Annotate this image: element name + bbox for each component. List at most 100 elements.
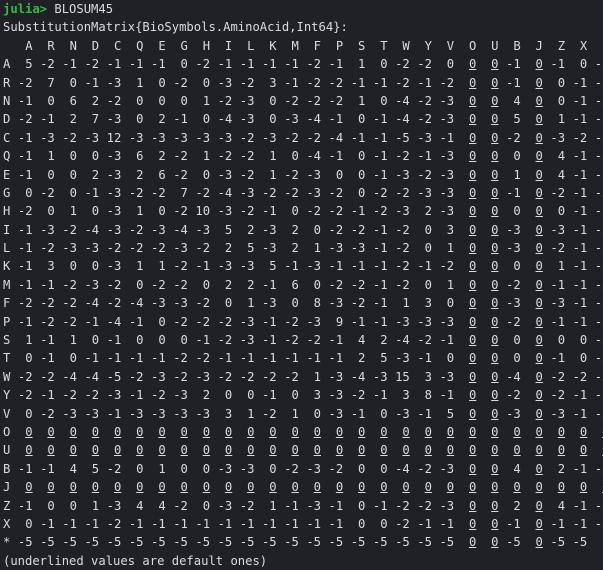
matrix-cell: 0 — [69, 480, 77, 495]
matrix-cell: -2 — [173, 351, 188, 366]
matrix-cell: -2 — [17, 75, 33, 90]
matrix-cell: 0 — [313, 277, 322, 292]
matrix-cell: 0 — [424, 480, 432, 495]
matrix-cell: -3 — [84, 241, 100, 256]
matrix-cell: 0 — [535, 259, 543, 274]
matrix-cell: 0 — [491, 185, 499, 200]
matrix-cell: -5 — [594, 259, 603, 274]
matrix-cell: 1 — [247, 296, 255, 311]
matrix-cell: 1 — [25, 333, 33, 348]
matrix-cell: 0 — [358, 112, 366, 127]
matrix-cell: -1 — [17, 277, 33, 292]
row-label: L — [3, 241, 11, 256]
matrix-cell: -3 — [239, 93, 255, 108]
matrix-cell: 0 — [247, 443, 255, 458]
matrix-cell: 0 — [25, 424, 33, 439]
matrix-cell: -1 — [417, 516, 432, 531]
matrix-cell: -3 — [306, 314, 322, 329]
column-header: B — [513, 38, 521, 53]
matrix-cell: 0 — [535, 369, 543, 384]
column-header: C — [113, 38, 122, 53]
matrix-cell: -1 — [350, 259, 366, 274]
matrix-cell: 4 — [557, 498, 566, 513]
matrix-cell: 0 — [358, 167, 366, 182]
matrix-cell: 4 — [513, 93, 521, 108]
matrix-cell: -5 — [128, 535, 144, 550]
matrix-cell: 0 — [335, 443, 344, 458]
matrix-row: E -1 0 0 2 -3 2 6 -2 0 -3 -2 1 -2 -3 0 0 -1 -3 -2 -3 0 0 1 0 4 -1-… — [3, 166, 603, 184]
matrix-cell: 3 — [446, 222, 455, 237]
matrix-cell: 0 — [136, 480, 144, 495]
matrix-cell: 1 — [158, 259, 166, 274]
matrix-cell: -1 — [306, 516, 322, 531]
matrix-cell: -2 — [239, 130, 255, 145]
matrix-cell: -5 — [594, 149, 603, 164]
matrix-cell: -3 — [417, 314, 432, 329]
matrix-cell: -2 — [261, 369, 277, 384]
matrix-cell: 0 — [468, 296, 477, 311]
matrix-cell: 0 — [136, 93, 144, 108]
matrix-cell: 0 — [513, 443, 521, 458]
matrix-cell: -3 — [106, 112, 122, 127]
matrix-cell: -5 — [40, 535, 55, 550]
matrix-cell: 0 — [247, 480, 255, 495]
matrix-cell: -1 — [372, 112, 388, 127]
row-label: O — [3, 424, 11, 439]
matrix-cell: 0 — [491, 480, 499, 495]
matrix-cell: -5 — [594, 241, 603, 256]
matrix-cell: 0 — [491, 167, 499, 182]
matrix-cell: -2 — [128, 369, 144, 384]
matrix-cell: 0 — [535, 296, 543, 311]
matrix-cell: 0 — [69, 149, 77, 164]
matrix-cell: -3 — [239, 314, 255, 329]
matrix-cell: -3 — [261, 222, 277, 237]
row-label: E — [3, 167, 11, 182]
matrix-cell: -5 — [594, 498, 603, 513]
matrix-cell: 0 — [358, 498, 366, 513]
terminal-window[interactable]: julia> BLOSUM45 SubstitutionMatrix{BioSy… — [0, 0, 603, 568]
matrix-cell: 0 — [158, 75, 166, 90]
matrix-cell: 2 — [380, 333, 388, 348]
matrix-cell: -1 — [572, 406, 588, 421]
matrix-cell: -5 — [550, 535, 566, 550]
matrix-cell: 0 — [313, 480, 322, 495]
matrix-cell: -4 — [395, 333, 410, 348]
matrix-row: Q -1 1 0 0 -3 6 2 -2 1 -2 -2 1 0 -4 -1 0 -1 -2 -1 -3 0 0 0 0 4 -1-… — [3, 147, 603, 165]
matrix-cell: -3 — [439, 93, 455, 108]
matrix-cell: 0 — [380, 93, 388, 108]
matrix-cell: 0 — [202, 167, 211, 182]
matrix-cell: -3 — [439, 369, 455, 384]
matrix-cell: 0 — [535, 443, 543, 458]
matrix-cell: 0 — [579, 351, 588, 366]
matrix-cell: -2 — [173, 277, 188, 292]
column-header: R — [47, 38, 55, 53]
matrix-cell: 0 — [69, 443, 77, 458]
matrix-cell: -1 — [40, 351, 55, 366]
matrix-cell: -1 — [372, 222, 388, 237]
matrix-cell: 0 — [468, 333, 477, 348]
matrix-cell: 0 — [358, 461, 366, 476]
matrix-row: D -2 -1 2 7 -3 0 2 -1 0 -4 -3 0 -3 -4 -1 0 -1 -4 -2 -3 0 0 5 0 1-… — [3, 110, 603, 128]
matrix-cell: 15 — [395, 369, 410, 384]
matrix-cell: -5 — [106, 535, 122, 550]
matrix-cell: -2 — [106, 516, 122, 531]
matrix-cell: 0 — [491, 57, 499, 72]
row-label: S — [3, 333, 11, 348]
matrix-cell: 0 — [180, 57, 188, 72]
matrix-cell: 7 — [47, 75, 55, 90]
column-header: E — [158, 38, 166, 53]
matrix-cell: -2 — [151, 277, 166, 292]
matrix-cell: -3 — [550, 130, 566, 145]
matrix-cell: 0 — [269, 443, 277, 458]
matrix-cell: 0 — [513, 351, 521, 366]
matrix-cell: 0 — [269, 93, 277, 108]
matrix-cell: 4 — [69, 461, 77, 476]
matrix-cell: 0 — [202, 277, 211, 292]
matrix-cell: -1 — [151, 57, 166, 72]
matrix-cell: -1 — [17, 461, 33, 476]
matrix-cell: 5 — [380, 351, 388, 366]
matrix-cell: 2 — [557, 461, 566, 476]
matrix-cell: 0 — [25, 480, 33, 495]
matrix-cell: -1 — [261, 351, 277, 366]
matrix-cell: 0 — [380, 57, 388, 72]
